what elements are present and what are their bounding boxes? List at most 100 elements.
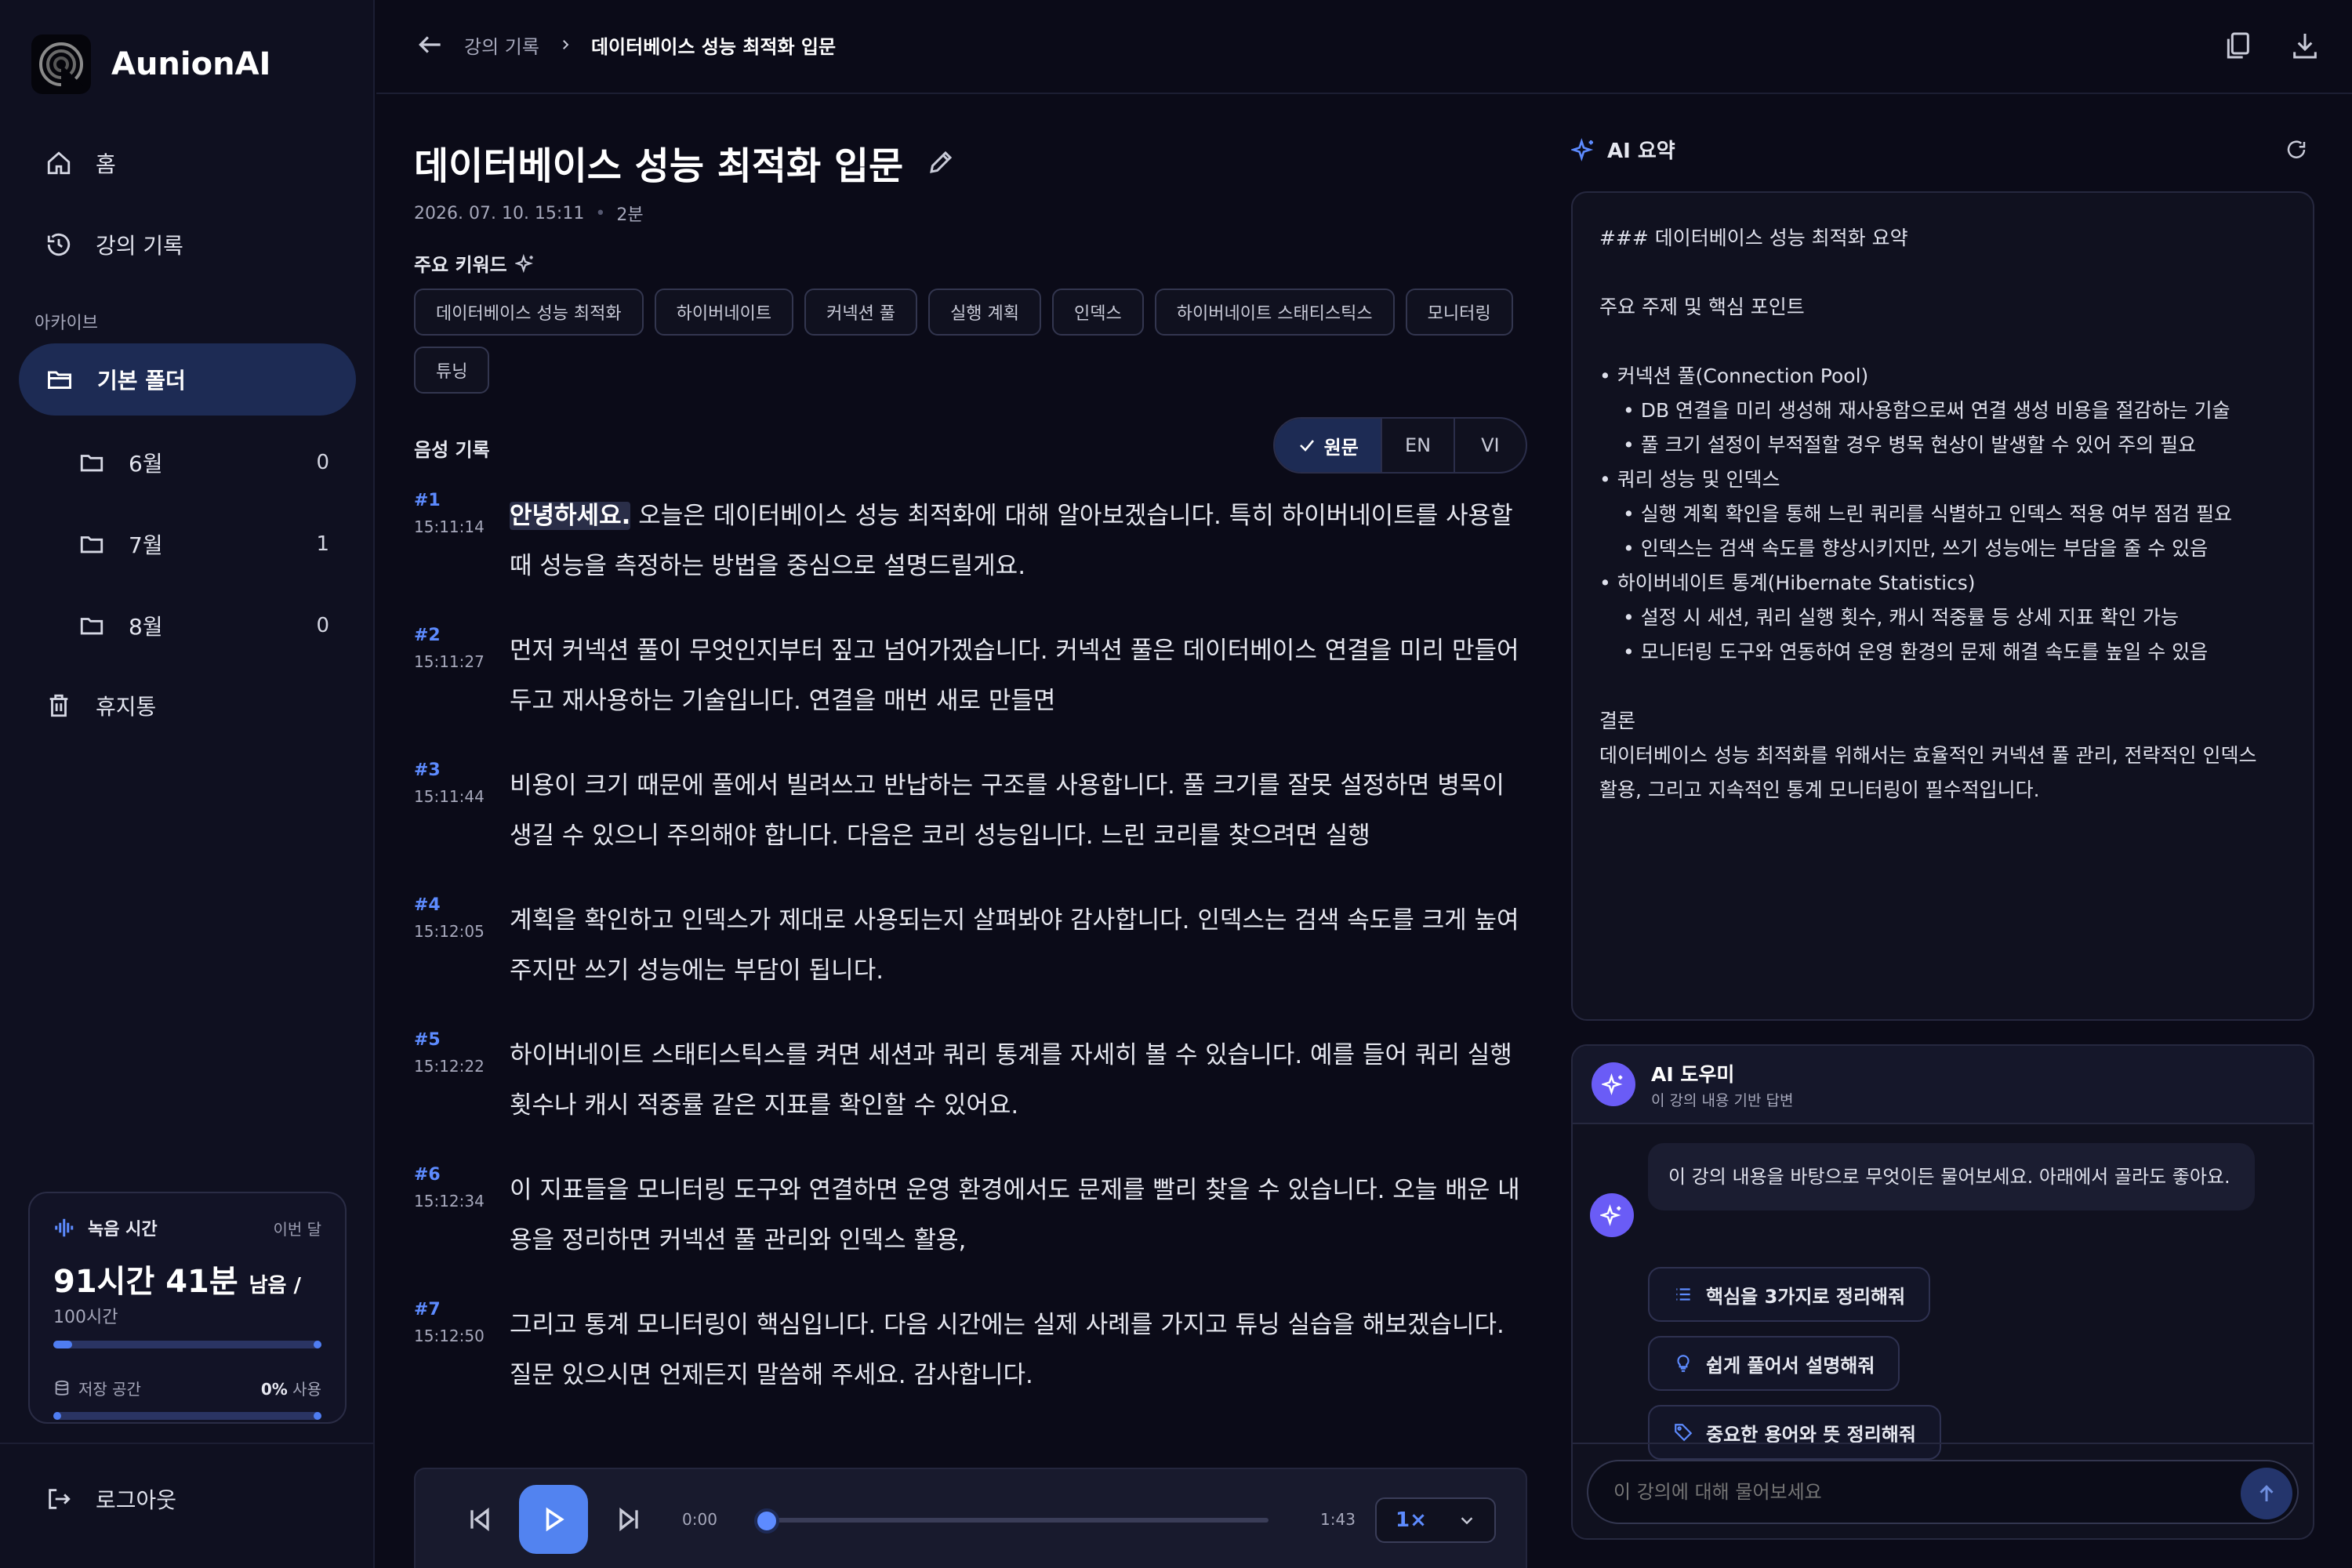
seek-handle[interactable] xyxy=(754,1508,779,1534)
folder-icon xyxy=(80,536,103,554)
segment-number: #4 xyxy=(414,895,441,915)
summary-line: • 모니터링 도구와 연동하여 운영 환경의 문제 해결 속도를 높일 수 있음 xyxy=(1623,641,2209,663)
app-name: AunionAI xyxy=(111,46,271,82)
breadcrumb-parent[interactable]: 강의 기록 xyxy=(464,31,539,59)
suggestion-explain-button[interactable]: 쉽게 풀어서 설명해줘 xyxy=(1648,1336,1900,1391)
keyword-chip[interactable]: 데이터베이스 성능 최적화 xyxy=(414,289,644,336)
message-avatar xyxy=(1590,1193,1634,1237)
segment-text: 그리고 통계 모니터링이 핵심입니다. 다음 시간에는 실제 사례를 가지고 튜… xyxy=(510,1311,1504,1389)
segment-text: 안녕하세요. 오늘은 데이터베이스 성능 최적화에 대해 알아보겠습니다. 특히… xyxy=(510,491,1529,591)
back-arrow-icon[interactable] xyxy=(416,30,445,60)
folder-june-label: 6월 xyxy=(129,451,163,477)
keyword-chip[interactable]: 하이버네이트 스태티스틱스 xyxy=(1154,289,1395,336)
refresh-icon[interactable] xyxy=(2285,138,2308,162)
speed-select[interactable]: 1× xyxy=(1375,1497,1496,1543)
logout-button[interactable]: 로그아웃 xyxy=(19,1463,356,1535)
chat-input-divider xyxy=(1571,1443,2314,1444)
chat-input[interactable] xyxy=(1613,1481,2225,1503)
lang-en-button[interactable]: EN xyxy=(1381,419,1453,472)
folder-june[interactable]: 6월 0 xyxy=(50,426,356,499)
keyword-chip[interactable]: 커넥션 풀 xyxy=(804,289,918,336)
folder-july-count: 1 xyxy=(316,532,329,556)
nav-history-label: 강의 기록 xyxy=(96,233,183,259)
waveform-icon xyxy=(55,1218,74,1237)
download-icon[interactable] xyxy=(2289,30,2321,61)
segment-time: 15:12:50 xyxy=(414,1327,485,1345)
keyword-chip[interactable]: 인덱스 xyxy=(1052,289,1144,336)
segment-number: #1 xyxy=(414,491,441,510)
play-button[interactable] xyxy=(519,1485,588,1554)
keyword-chip[interactable]: 튜닝 xyxy=(414,347,490,394)
segment-time: 15:11:27 xyxy=(414,652,485,671)
audio-player: 0:00 1:43 1× xyxy=(414,1468,1527,1568)
seek-track[interactable] xyxy=(767,1518,1269,1523)
segment-text-body: 오늘은 데이터베이스 성능 최적화에 대해 알아보겠습니다. 특히 하이버네이트… xyxy=(510,502,1513,580)
summary-line: 결론 xyxy=(1599,710,1636,732)
summary-line: • 쿼리 성능 및 인덱스 xyxy=(1599,468,1780,491)
skip-previous-icon[interactable] xyxy=(464,1504,495,1535)
home-icon xyxy=(47,151,71,175)
segment-time: 15:11:14 xyxy=(414,517,485,536)
summary-line: • 실행 계획 확인을 통해 느린 쿼리를 식별하고 인덱스 적용 여부 점검 … xyxy=(1623,503,2233,525)
segment-text: 하이버네이트 스태티스틱스를 켜면 세션과 쿼리 통계를 자세히 볼 수 있습니… xyxy=(510,1041,1512,1120)
segment-text: 먼저 커넥션 풀이 무엇인지부터 짚고 넘어가겠습니다. 커넥션 풀은 데이터베… xyxy=(510,637,1519,715)
logout-icon xyxy=(49,1489,71,1509)
usage-bar xyxy=(53,1341,321,1348)
summary-header: AI 요약 xyxy=(1571,135,2308,164)
suggestion-terms-button[interactable]: 중요한 용어와 뜻 정리해줘 xyxy=(1648,1405,1941,1460)
keywords-label: 주요 키워드 xyxy=(414,254,507,276)
sidebar: AunionAI 홈 강의 기록 아카이브 기본 폴더 6월 0 7월 1 8월… xyxy=(0,0,375,1568)
summary-line: 데이터베이스 성능 최적화를 위해서는 효율적인 커넥션 풀 관리, 전략적인 … xyxy=(1599,744,2257,767)
segment-time: 15:12:22 xyxy=(414,1057,485,1076)
segment-time: 15:12:34 xyxy=(414,1192,485,1210)
segment-text: 계획을 확인하고 인덱스가 제대로 사용되는지 살펴봐야 감사합니다. 인덱스는… xyxy=(510,906,1519,985)
storage-label: 저장 공간 xyxy=(78,1380,141,1399)
segment-number: #3 xyxy=(414,760,441,780)
skip-next-icon[interactable] xyxy=(613,1504,644,1535)
breadcrumb-current: 데이터베이스 성능 최적화 입문 xyxy=(590,35,837,58)
usage-total: 100시간 xyxy=(53,1308,118,1327)
keywords-heading: 주요 키워드 xyxy=(414,249,535,277)
copy-icon[interactable] xyxy=(2222,30,2253,61)
lang-vi-button[interactable]: VI xyxy=(1453,419,1526,472)
current-word-highlight: 안녕하세요. xyxy=(510,502,631,530)
lang-original-label: 원문 xyxy=(1323,436,1359,459)
total-time: 1:43 xyxy=(1320,1510,1356,1529)
folder-open-icon xyxy=(48,371,71,389)
nav-history[interactable]: 강의 기록 xyxy=(19,209,356,281)
chevron-down-icon xyxy=(1461,1517,1473,1525)
sparkle-icon xyxy=(1600,1204,1621,1226)
lang-original-button[interactable]: 원문 xyxy=(1275,419,1381,472)
trash-icon xyxy=(49,694,68,717)
folder-august[interactable]: 8월 0 xyxy=(50,590,356,662)
app-logo[interactable]: AunionAI xyxy=(31,34,270,94)
tag-icon xyxy=(1675,1424,1693,1442)
summary-line xyxy=(1599,256,2286,290)
folder-august-label: 8월 xyxy=(129,614,163,640)
nav-home[interactable]: 홈 xyxy=(19,127,356,199)
nav-trash[interactable]: 휴지통 xyxy=(19,670,356,742)
folder-july[interactable]: 7월 1 xyxy=(50,508,356,580)
edit-pencil-icon[interactable] xyxy=(927,148,955,176)
suggestion-summarize-button[interactable]: 핵심을 3가지로 정리해줘 xyxy=(1648,1267,1931,1322)
page-title: 데이터베이스 성능 최적화 입문 xyxy=(414,135,955,190)
assistant-message: 이 강의 내용을 바탕으로 무엇이든 물어보세요. 아래에서 골라도 좋아요. xyxy=(1648,1143,2255,1210)
sparkle-icon xyxy=(514,253,533,273)
language-toggle: 원문 EN VI xyxy=(1273,417,1527,474)
keyword-chip[interactable]: 모니터링 xyxy=(1405,289,1513,336)
transcript-label: 음성 기록 xyxy=(414,439,490,461)
logo-icon xyxy=(31,34,91,94)
assistant-header: AI 도우미 이 강의 내용 기반 답변 xyxy=(1573,1046,2313,1124)
keyword-chip[interactable]: 실행 계획 xyxy=(928,289,1042,336)
suggestion-label: 핵심을 3가지로 정리해줘 xyxy=(1706,1285,1906,1308)
summary-title: AI 요약 xyxy=(1607,140,1675,163)
send-button[interactable] xyxy=(2241,1468,2292,1519)
lecture-date: 2026. 07. 10. 15:11 xyxy=(414,203,585,223)
folder-default[interactable]: 기본 폴더 xyxy=(19,343,356,416)
usage-period: 이번 달 xyxy=(273,1219,321,1239)
arrow-up-icon xyxy=(2259,1485,2274,1501)
summary-line: • 설정 시 세션, 쿼리 실행 횟수, 캐시 적중률 등 상세 지표 확인 가… xyxy=(1623,606,2179,629)
keyword-chip[interactable]: 하이버네이트 xyxy=(654,289,794,336)
speed-value: 1× xyxy=(1396,1508,1427,1532)
suggestion-label: 쉽게 풀어서 설명해줘 xyxy=(1706,1354,1875,1377)
